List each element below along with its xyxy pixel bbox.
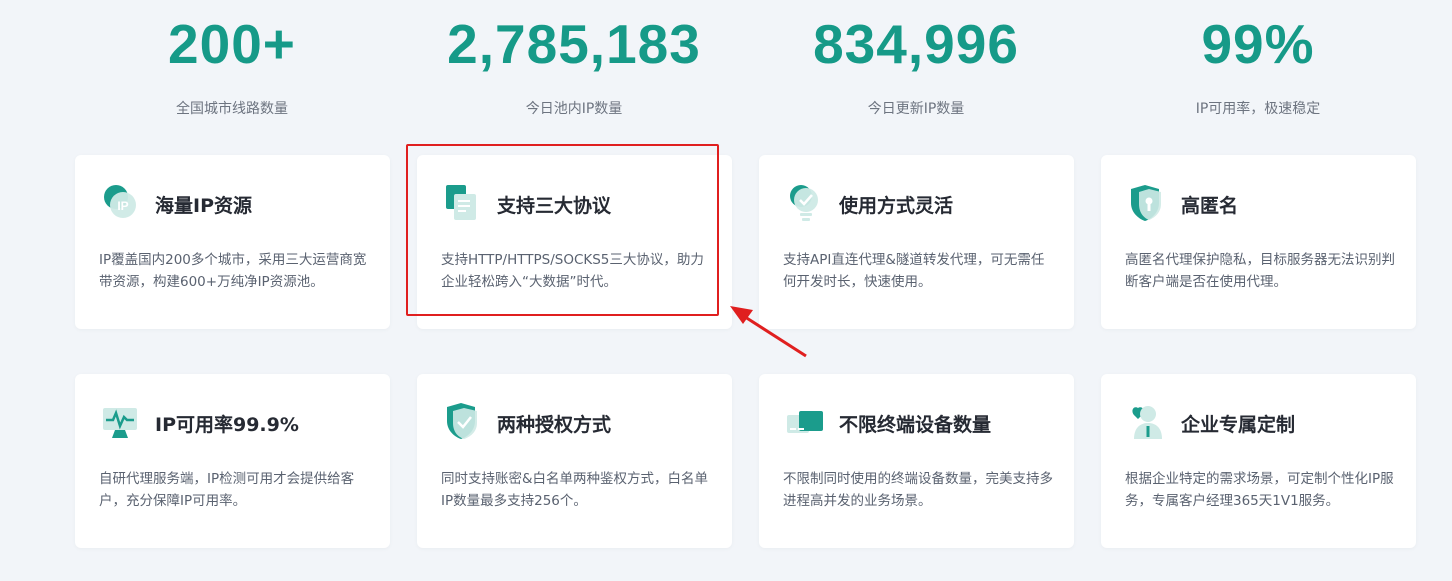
devices-icon (785, 402, 825, 442)
feature-card-availability: IP可用率99.9% 自研代理服务端，IP检测可用才会提供给客户，充分保障IP可… (75, 374, 390, 548)
annotation-arrow (730, 306, 807, 358)
svg-text:IP: IP (117, 199, 128, 213)
feature-desc: 不限制同时使用的终端设备数量，完美支持多进程高并发的业务场景。 (783, 471, 1053, 509)
feature-desc: 支持HTTP/HTTPS/SOCKS5三大协议，助力企业轻松跨入“大数据”时代。 (441, 252, 704, 290)
stat-label: IP可用率，极速稳定 (1195, 101, 1321, 117)
stat-value: 834,996 (813, 13, 1019, 75)
stat-value: 2,785,183 (447, 13, 701, 75)
stat-label: 全国城市线路数量 (176, 101, 288, 117)
user-heart-icon (1127, 402, 1167, 442)
feature-card-ip-resources: IP 海量IP资源 IP覆盖国内200多个城市，采用三大运营商宽带资源，构建60… (75, 155, 390, 329)
stat-city-lines: 200+ 全国城市线路数量 (62, 0, 402, 118)
feature-title: 企业专属定制 (1181, 414, 1296, 436)
feature-desc: 同时支持账密&白名单两种鉴权方式，白名单IP数量最多支持256个。 (441, 471, 709, 509)
feature-card-unlimited-devices: 不限终端设备数量 不限制同时使用的终端设备数量，完美支持多进程高并发的业务场景。 (759, 374, 1074, 548)
stat-pool-ips: 2,785,183 今日池内IP数量 (404, 0, 744, 118)
feature-title: 支持三大协议 (497, 195, 612, 217)
feature-title: 使用方式灵活 (839, 195, 954, 217)
stat-updated-ips: 834,996 今日更新IP数量 (746, 0, 1086, 118)
stat-value: 99% (1201, 13, 1315, 75)
stats-section: 200+ 全国城市线路数量 2,785,183 今日池内IP数量 834,996… (0, 0, 1452, 130)
feature-card-protocols: 支持三大协议 支持HTTP/HTTPS/SOCKS5三大协议，助力企业轻松跨入“… (417, 155, 732, 329)
feature-desc: 高匿名代理保护隐私，目标服务器无法识别判断客户端是否在使用代理。 (1125, 252, 1395, 290)
feature-title: 不限终端设备数量 (839, 414, 992, 436)
feature-title: 两种授权方式 (497, 414, 612, 436)
feature-desc: 自研代理服务端，IP检测可用才会提供给客户，充分保障IP可用率。 (99, 471, 355, 509)
shield-check-icon (443, 402, 483, 442)
feature-desc: IP覆盖国内200多个城市，采用三大运营商宽带资源，构建600+万纯净IP资源池… (99, 252, 367, 290)
lightbulb-icon (785, 183, 825, 223)
feature-desc: 支持API直连代理&隧道转发代理，可无需任何开发时长，快速使用。 (783, 252, 1045, 290)
monitor-pulse-icon (101, 402, 141, 442)
feature-title: 海量IP资源 (155, 195, 252, 217)
feature-title: 高匿名 (1181, 195, 1239, 217)
ip-globe-icon: IP (101, 183, 141, 223)
stat-value: 200+ (168, 13, 296, 75)
feature-title: IP可用率99.9% (155, 414, 299, 436)
feature-card-auth-methods: 两种授权方式 同时支持账密&白名单两种鉴权方式，白名单IP数量最多支持256个。 (417, 374, 732, 548)
stat-label: 今日更新IP数量 (867, 101, 965, 117)
shield-lock-icon (1127, 183, 1167, 223)
feature-card-enterprise-custom: 企业专属定制 根据企业特定的需求场景，可定制个性化IP服务，专属客户经理365天… (1101, 374, 1416, 548)
stat-label: 今日池内IP数量 (525, 101, 623, 117)
feature-desc: 根据企业特定的需求场景，可定制个性化IP服务，专属客户经理365天1V1服务。 (1125, 471, 1394, 509)
stat-availability: 99% IP可用率，极速稳定 (1088, 0, 1428, 118)
protocol-document-icon (443, 183, 483, 223)
feature-card-high-anonymity: 高匿名 高匿名代理保护隐私，目标服务器无法识别判断客户端是否在使用代理。 (1101, 155, 1416, 329)
